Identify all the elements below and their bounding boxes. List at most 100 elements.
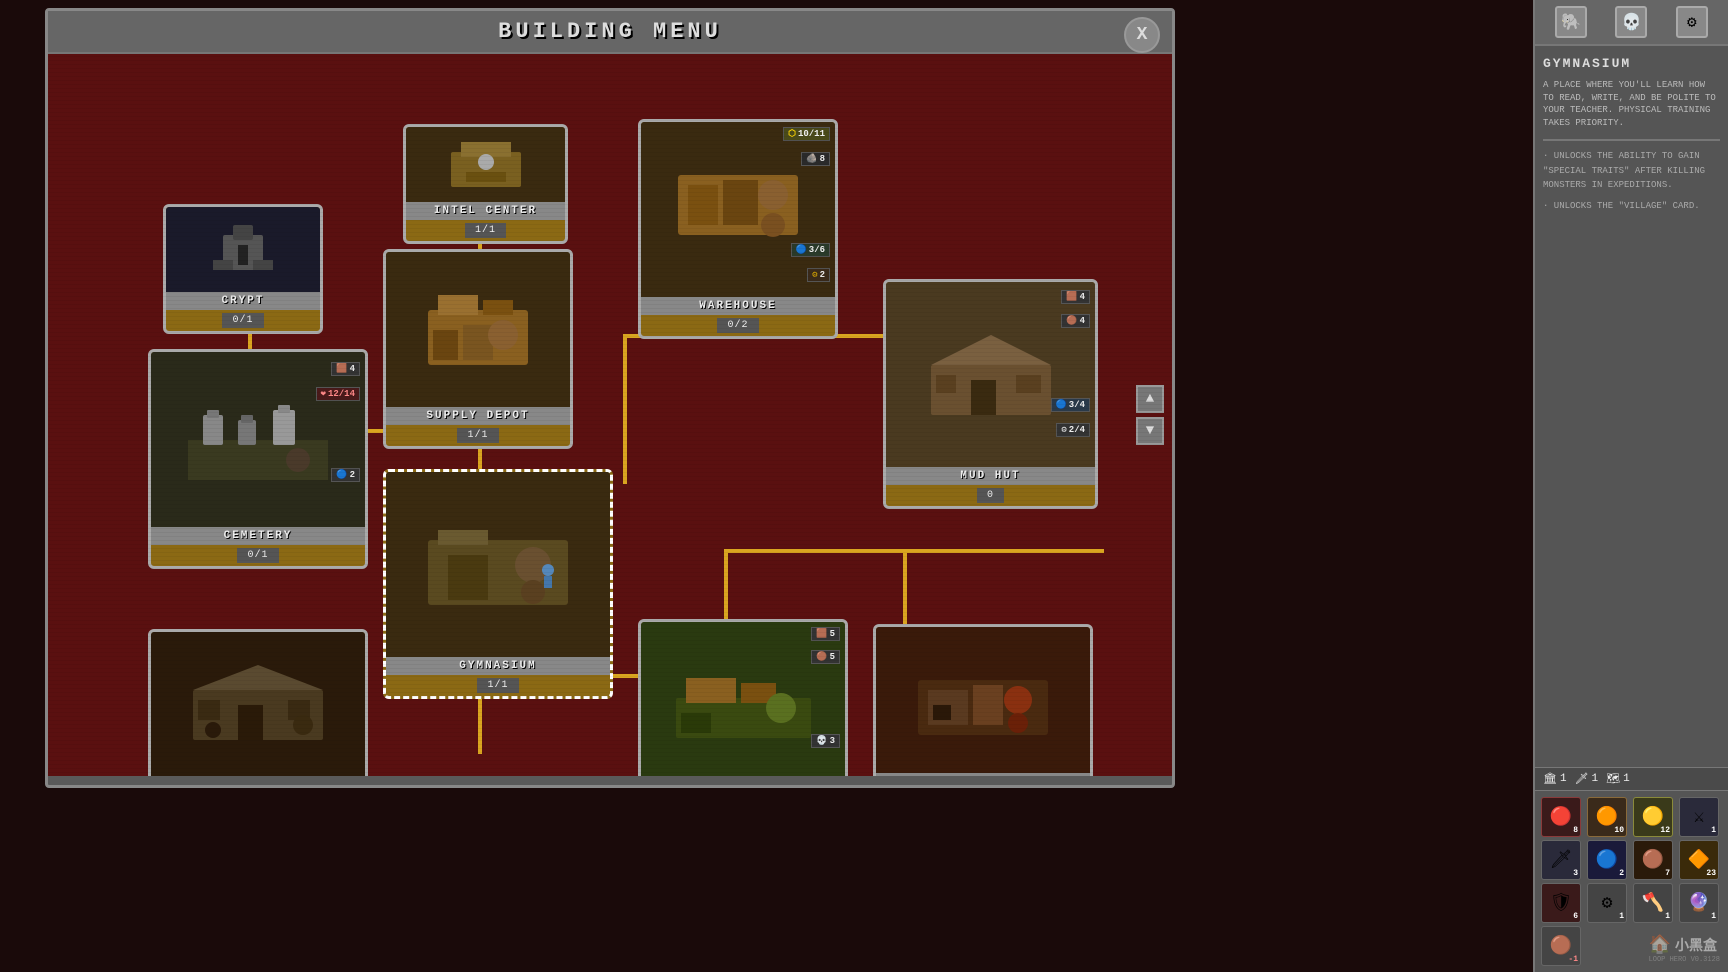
warehouse-counter: 0/2: [717, 318, 758, 333]
inv-icon-2: 🟡: [1642, 806, 1664, 828]
connector-line: [623, 334, 627, 484]
menu-title: BUILDING MENU: [498, 19, 722, 44]
warehouse-image: ⬡ 10/11 🪨 8 🔵 3/6 ⚙ 2: [641, 122, 835, 297]
inv-count-7: 23: [1706, 869, 1716, 878]
inv-slot-8[interactable]: 🛡 6: [1541, 883, 1581, 923]
panel-bullets: · UNLOCKS THE ABILITY TO GAIN "SPECIAL T…: [1543, 149, 1720, 213]
crypt-counter: 0/1: [222, 313, 263, 328]
warehouse-res4: ⚙ 2: [807, 268, 830, 282]
inv-count-5: 2: [1619, 869, 1624, 878]
buildings-count: 1: [1560, 773, 1567, 785]
intel-center-card[interactable]: INTEL CENTER 1/1: [403, 124, 568, 244]
inv-slot-6[interactable]: 🟤 7: [1633, 840, 1673, 880]
inv-icon-9: ⚙: [1602, 892, 1613, 914]
right-panel: 🐘 💀 ⚙ GYMNASIUM A PLACE WHERE YOU'LL LEA…: [1533, 0, 1728, 972]
menu-title-bar: BUILDING MENU X: [48, 11, 1172, 54]
inv-icon-6: 🟤: [1642, 849, 1664, 871]
cemetery-image: 🟫 4 ❤ 12/14 🔵 2: [151, 352, 365, 527]
buildings-icon: 🏛: [1543, 772, 1557, 786]
scroll-up-button[interactable]: ▲: [1136, 385, 1164, 413]
close-button[interactable]: X: [1124, 17, 1160, 53]
inv-slot-12[interactable]: 🟤 -1: [1541, 926, 1581, 966]
inv-slot-5[interactable]: 🔵 2: [1587, 840, 1627, 880]
mud-hut-label: MUD HUT: [886, 467, 1095, 485]
menu-content: CRYPT 0/1 INTEL CENTER 1/1: [48, 54, 1172, 776]
connector-line: [724, 549, 1104, 553]
supply-depot-image: [386, 252, 570, 407]
panel-icon-gear[interactable]: ⚙: [1676, 6, 1708, 38]
cemetery-card[interactable]: 🟫 4 ❤ 12/14 🔵 2 CEMETERY 0/1: [148, 349, 368, 569]
panel-bullet1: · UNLOCKS THE ABILITY TO GAIN "SPECIAL T…: [1543, 149, 1720, 192]
refuge-card[interactable]: REFUGE: [148, 629, 368, 776]
weapons-icon: 🗡: [1575, 772, 1589, 786]
mud-hut-counter: 0: [977, 488, 1004, 503]
inv-count-11: 1: [1711, 912, 1716, 921]
panel-icon-elephant[interactable]: 🐘: [1555, 6, 1587, 38]
inv-slot-11[interactable]: 🔮 1: [1679, 883, 1719, 923]
inv-slot-1[interactable]: 🟠 10: [1587, 797, 1627, 837]
watermark-area: 🏠 小黑盒 LOOP HERO V0.3128: [1649, 934, 1720, 964]
mud-hut-image: 🟫 4 🟤 4 🔵 3/4 ⚙ 2/4: [886, 282, 1095, 467]
inv-count-6: 7: [1665, 869, 1670, 878]
smelter-card[interactable]: SMELTER: [873, 624, 1093, 776]
gymnasium-counter: 1/1: [477, 678, 518, 693]
inv-slot-2[interactable]: 🟡 12: [1633, 797, 1673, 837]
weapons-count: 1: [1592, 773, 1599, 785]
inv-slot-0[interactable]: 🔴 8: [1541, 797, 1581, 837]
map-count: 1: [1623, 773, 1630, 785]
cemetery-res2: ❤ 12/14: [316, 387, 360, 401]
scroll-down-button[interactable]: ▼: [1136, 417, 1164, 445]
smelter-image: [876, 627, 1090, 773]
panel-icon-skull[interactable]: 💀: [1615, 6, 1647, 38]
farm-res2: 🟤 5: [811, 650, 840, 664]
warehouse-card[interactable]: ⬡ 10/11 🪨 8 🔵 3/6 ⚙ 2 WAREHOUSE 0/2: [638, 119, 838, 339]
panel-divider: [1543, 139, 1720, 141]
cemetery-res1: 🟫 4: [331, 362, 360, 376]
inv-count-1: 10: [1614, 826, 1624, 835]
warehouse-res2: 🪨 8: [801, 152, 830, 166]
inv-slot-4[interactable]: 🗡 3: [1541, 840, 1581, 880]
inv-slot-10[interactable]: 🪓 1: [1633, 883, 1673, 923]
inv-slot-3[interactable]: ⚔ 1: [1679, 797, 1719, 837]
farm-res1: 🟫 5: [811, 627, 840, 641]
resource-buildings: 🏛 1: [1543, 772, 1567, 786]
watermark-sub: LOOP HERO V0.3128: [1649, 956, 1720, 964]
resources-header: 🏛 1 🗡 1 🗺 1: [1535, 767, 1728, 791]
inv-icon-12: 🟤: [1550, 935, 1572, 957]
panel-description: A PLACE WHERE YOU'LL LEARN HOW TO READ, …: [1543, 79, 1720, 129]
intel-image: [406, 127, 565, 202]
inv-slot-9[interactable]: ⚙ 1: [1587, 883, 1627, 923]
inv-icon-1: 🟠: [1596, 806, 1618, 828]
panel-building-name: GYMNASIUM: [1543, 56, 1720, 71]
warehouse-res1: ⬡ 10/11: [783, 127, 830, 141]
warehouse-label: WAREHOUSE: [641, 297, 835, 315]
map-icon: 🗺: [1606, 772, 1620, 786]
supply-depot-card[interactable]: SUPPLY DEPOT 1/1: [383, 249, 573, 449]
refuge-image: [151, 632, 365, 776]
inv-count-10: 1: [1665, 912, 1670, 921]
intel-center-counter: 1/1: [465, 223, 506, 238]
farm-res3: 💀 3: [811, 734, 840, 748]
inv-count-2: 12: [1660, 826, 1670, 835]
mud-hut-res1: 🟫 4: [1061, 290, 1090, 304]
mud-hut-res3: 🔵 3/4: [1051, 398, 1090, 412]
supply-depot-counter: 1/1: [457, 428, 498, 443]
farm-image: 🟫 5 🟤 5 💀 3: [641, 622, 845, 776]
smelter-label: SMELTER: [876, 773, 1090, 776]
warehouse-res3: 🔵 3/6: [791, 243, 830, 257]
gymnasium-card[interactable]: GYMNASIUM 1/1: [383, 469, 613, 699]
inv-slot-7[interactable]: 🔶 23: [1679, 840, 1719, 880]
farm-card[interactable]: 🟫 5 🟤 5 💀 3 FARM: [638, 619, 848, 776]
inv-icon-5: 🔵: [1596, 849, 1618, 871]
panel-info: GYMNASIUM A PLACE WHERE YOU'LL LEARN HOW…: [1535, 46, 1728, 767]
crypt-image: [166, 207, 320, 292]
watermark-brand: 小黑盒: [1675, 935, 1717, 955]
cemetery-label: CEMETERY: [151, 527, 365, 545]
inv-count-4: 3: [1573, 869, 1578, 878]
scroll-controls: ▲ ▼: [1136, 385, 1164, 445]
inv-icon-8: 🛡: [1550, 892, 1573, 914]
crypt-card[interactable]: CRYPT 0/1: [163, 204, 323, 334]
mud-hut-card[interactable]: 🟫 4 🟤 4 🔵 3/4 ⚙ 2/4 MUD HUT 0: [883, 279, 1098, 509]
inv-count-9: 1: [1619, 912, 1624, 921]
cemetery-counter: 0/1: [237, 548, 278, 563]
